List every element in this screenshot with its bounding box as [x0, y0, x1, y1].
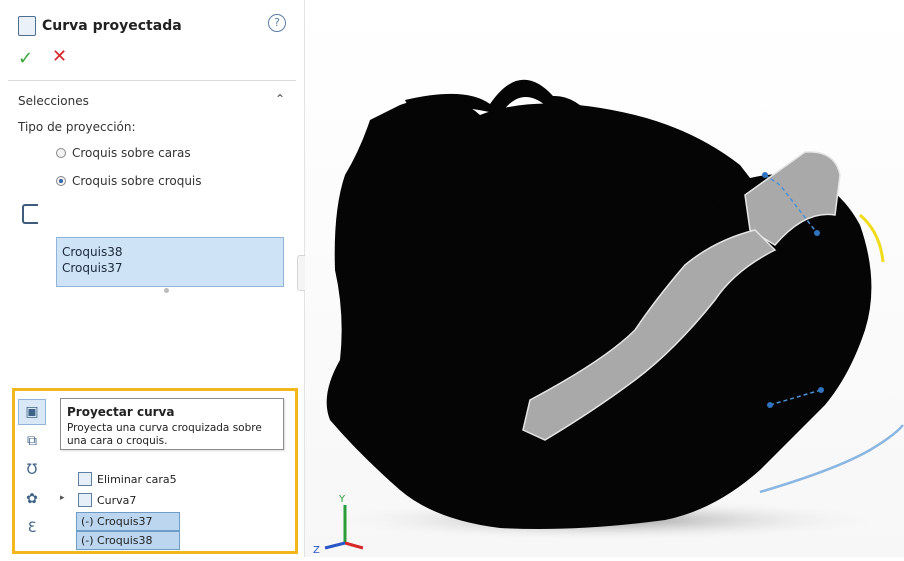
tree-item-label: Curva7: [97, 493, 137, 507]
divider: [8, 80, 296, 81]
tree-item-label: Eliminar cara5: [97, 472, 177, 486]
selection-listbox[interactable]: Croquis38 Croquis37: [56, 237, 284, 287]
tooltip-description: Proyecta una curva croquizada sobre una …: [67, 422, 262, 447]
split-line-tool-icon[interactable]: ⧉: [18, 428, 46, 454]
axis-y-label: Y: [338, 494, 346, 505]
feature-title-label: Curva proyectada: [42, 18, 182, 34]
expand-arrow-icon[interactable]: ▸: [60, 493, 65, 503]
projection-type-label: Tipo de proyección:: [18, 120, 136, 134]
tree-item-label: (-) Croquis37: [81, 515, 153, 528]
feature-title: Curva proyectada: [18, 16, 182, 36]
helix-tool-icon[interactable]: Ʊ: [18, 457, 46, 483]
radio-sketch-on-faces[interactable]: Croquis sobre caras: [56, 146, 191, 160]
sketch-selection-icon: [22, 204, 38, 224]
curves-toolbar: ▣ ⧉ Ʊ ✿ Ɛ: [18, 396, 50, 546]
graphics-viewport[interactable]: Y Z: [305, 0, 904, 557]
delete-face-icon: [78, 472, 92, 486]
curve-icon: [78, 493, 92, 507]
projected-curve-icon: [18, 16, 36, 36]
confirm-button[interactable]: ✓: [18, 48, 33, 69]
radio-sketch-on-sketch[interactable]: Croquis sobre croquis: [56, 174, 202, 188]
curve-through-points-tool-icon[interactable]: Ɛ: [18, 515, 46, 541]
tooltip-title: Proyectar curva: [67, 405, 175, 419]
tree-item-croquis37[interactable]: (-) Croquis37: [76, 512, 180, 531]
resize-grip[interactable]: [164, 288, 169, 293]
sketch-point: [767, 402, 773, 408]
tooltip: Proyectar curva Proyecta una curva croqu…: [60, 398, 284, 450]
sketch-point: [762, 172, 768, 178]
project-curve-tool-icon[interactable]: ▣: [18, 399, 46, 425]
section-title-selecciones[interactable]: Selecciones: [18, 94, 89, 108]
composite-curve-tool-icon[interactable]: ✿: [18, 486, 46, 512]
radio-selected-icon: [56, 176, 66, 186]
help-icon[interactable]: ?: [268, 14, 286, 32]
radio-faces-label: Croquis sobre caras: [72, 146, 191, 160]
radio-unselected-icon: [56, 148, 66, 158]
tree-item-curva7[interactable]: Curva7: [78, 493, 136, 507]
tree-item-label: (-) Croquis38: [81, 534, 153, 547]
selection-item[interactable]: Croquis38: [57, 244, 283, 260]
tree-item-croquis38[interactable]: (-) Croquis38: [76, 531, 180, 550]
axis-z-label: Z: [313, 545, 320, 556]
model-view: Y Z: [313, 79, 904, 556]
property-manager-panel: Curva proyectada ? ✓ ✕ Selecciones ⌃ Tip…: [0, 0, 307, 557]
sketch-point: [818, 387, 824, 393]
cancel-button[interactable]: ✕: [52, 46, 67, 67]
collapse-icon[interactable]: ⌃: [275, 92, 285, 106]
selection-item[interactable]: Croquis37: [57, 260, 283, 276]
radio-sketches-label: Croquis sobre croquis: [72, 174, 202, 188]
sketch-point: [814, 230, 820, 236]
tree-item-eliminar-cara5[interactable]: Eliminar cara5: [78, 472, 177, 486]
